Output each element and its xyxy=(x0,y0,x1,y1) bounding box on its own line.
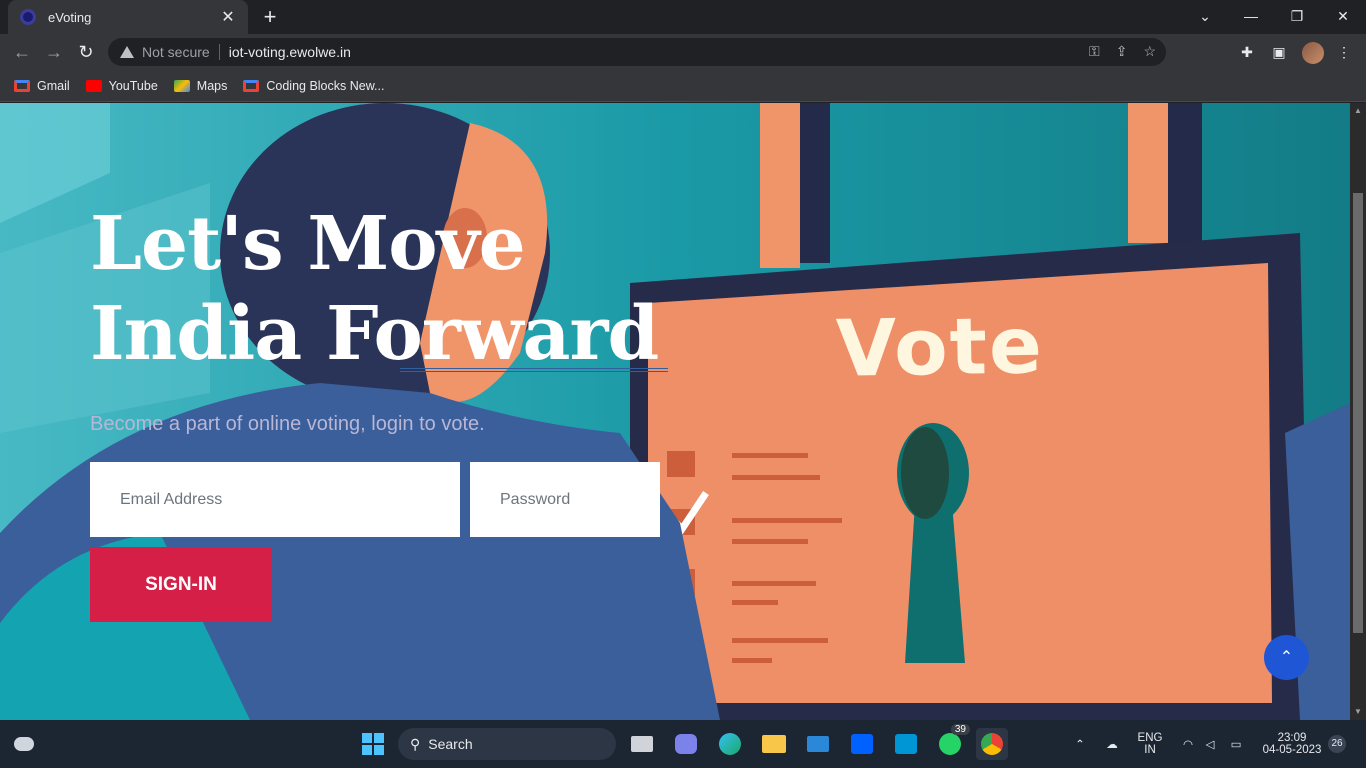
gmail-icon xyxy=(14,79,30,92)
hero-illustration xyxy=(0,103,1350,720)
warning-icon xyxy=(120,46,134,58)
hero-subtitle: Become a part of online voting, login to… xyxy=(90,413,485,435)
mail-icon[interactable] xyxy=(802,728,834,760)
minimize-button[interactable]: — xyxy=(1228,0,1274,32)
new-tab-button[interactable]: + xyxy=(258,5,282,29)
dropbox-icon[interactable] xyxy=(846,728,878,760)
security-status[interactable]: Not secure xyxy=(142,44,210,60)
hero-title-line1: Let's Move xyxy=(90,201,526,287)
scroll-up-arrow-icon[interactable]: ▲ xyxy=(1350,103,1366,119)
whatsapp-icon[interactable]: 39 xyxy=(934,724,970,760)
notification-center[interactable]: 26 xyxy=(1328,720,1348,768)
bookmark-youtube[interactable]: YouTube xyxy=(85,78,158,93)
wifi-icon[interactable]: ◠ xyxy=(1178,720,1198,768)
bookmark-maps[interactable]: Maps xyxy=(173,78,228,93)
taskbar-search[interactable]: ⚲ Search xyxy=(398,728,616,760)
hero-title-line2: India Forward xyxy=(90,291,659,377)
bookmark-star-icon[interactable]: ☆ xyxy=(1143,43,1156,60)
chevron-up-icon: ⌃ xyxy=(1279,649,1294,666)
notification-badge: 26 xyxy=(1328,735,1346,753)
back-button[interactable]: ← xyxy=(10,40,34,64)
key-icon[interactable]: ⚿ xyxy=(1089,43,1100,60)
bookmarks-bar: Gmail YouTube Maps Coding Blocks New... xyxy=(0,70,1366,102)
url-divider xyxy=(218,44,220,60)
address-bar[interactable]: Not secure iot-voting.ewolwe.in ⚿ ⇪ ☆ xyxy=(108,38,1166,66)
tab-title: eVoting xyxy=(48,9,92,25)
illustration-vote-label: Vote xyxy=(835,301,1045,395)
weather-icon[interactable] xyxy=(8,728,40,760)
start-button[interactable] xyxy=(357,728,389,760)
menu-icon[interactable]: ⋮ xyxy=(1334,42,1354,62)
email-field[interactable] xyxy=(90,462,460,537)
hero-title: Let's Move India Forward xyxy=(90,199,659,379)
volume-icon[interactable]: ◁ xyxy=(1200,720,1220,768)
bookmark-label: Coding Blocks New... xyxy=(266,78,385,93)
tab-strip: eVoting ✕ + ⌄ — ❐ ✕ xyxy=(0,0,1366,34)
bookmark-gmail[interactable]: Gmail xyxy=(14,79,70,93)
onedrive-icon[interactable]: ☁ xyxy=(1100,720,1124,768)
bookmark-label: YouTube xyxy=(108,78,158,93)
bookmark-label: Maps xyxy=(196,78,228,93)
reload-button[interactable]: ↻ xyxy=(74,40,98,64)
language-indicator[interactable]: ENG IN xyxy=(1134,720,1166,768)
bookmark-coding-blocks[interactable]: Coding Blocks New... xyxy=(243,79,384,93)
search-icon: ⚲ xyxy=(410,735,421,752)
edge-icon[interactable] xyxy=(714,728,746,760)
clock-time: 23:09 xyxy=(1277,732,1307,744)
clock-date: 04-05-2023 xyxy=(1262,744,1322,756)
maps-icon xyxy=(173,79,190,92)
teams-chat-icon[interactable] xyxy=(670,728,702,760)
scroll-to-top-button[interactable]: ⌃ xyxy=(1264,635,1309,680)
windows-logo-icon xyxy=(362,733,384,755)
whatsapp-badge: 39 xyxy=(950,724,970,735)
profile-avatar[interactable] xyxy=(1302,42,1324,64)
youtube-icon xyxy=(85,79,102,92)
password-field[interactable] xyxy=(470,462,660,537)
clock[interactable]: 23:09 04-05-2023 xyxy=(1254,720,1330,768)
title-underline-decoration xyxy=(400,368,668,372)
page-scrollbar[interactable]: ▲ ▼ xyxy=(1350,103,1366,720)
hp-app-icon[interactable] xyxy=(890,728,922,760)
battery-icon[interactable]: ▭ xyxy=(1224,720,1248,768)
page-viewport: Vote Let's Move India Forward Become a p… xyxy=(0,103,1350,720)
signin-button[interactable]: SIGN-IN xyxy=(90,547,272,622)
chrome-icon[interactable] xyxy=(976,728,1008,760)
restore-button[interactable]: ❐ xyxy=(1274,0,1320,32)
browser-toolbar: ← → ↻ Not secure iot-voting.ewolwe.in ⚿ … xyxy=(0,34,1366,70)
task-view-icon[interactable] xyxy=(626,728,658,760)
side-panel-icon[interactable]: ▣ xyxy=(1269,42,1289,62)
extensions-icon[interactable]: ✚ xyxy=(1237,42,1257,62)
share-icon[interactable]: ⇪ xyxy=(1116,43,1128,60)
close-window-button[interactable]: ✕ xyxy=(1320,0,1366,32)
windows-taskbar: ⚲ Search 39 ⌃ ☁ ENG IN ◠ ◁ ▭ 23:09 04-05… xyxy=(0,720,1366,768)
site-favicon-icon xyxy=(20,9,36,25)
url-text[interactable]: iot-voting.ewolwe.in xyxy=(229,44,351,60)
scroll-down-arrow-icon[interactable]: ▼ xyxy=(1350,704,1366,720)
close-tab-icon[interactable]: ✕ xyxy=(220,7,236,27)
show-hidden-icons[interactable]: ⌃ xyxy=(1070,720,1090,768)
scroll-thumb[interactable] xyxy=(1353,193,1363,633)
bookmark-label: Gmail xyxy=(37,78,70,93)
search-label: Search xyxy=(428,736,473,752)
forward-button[interactable]: → xyxy=(42,40,66,64)
gmail-icon xyxy=(243,79,260,92)
language-region: IN xyxy=(1144,744,1156,756)
tab-search-icon[interactable]: ⌄ xyxy=(1182,0,1228,32)
tab-evoting[interactable]: eVoting ✕ xyxy=(8,0,248,34)
file-explorer-icon[interactable] xyxy=(758,728,790,760)
language-code: ENG xyxy=(1137,732,1163,744)
